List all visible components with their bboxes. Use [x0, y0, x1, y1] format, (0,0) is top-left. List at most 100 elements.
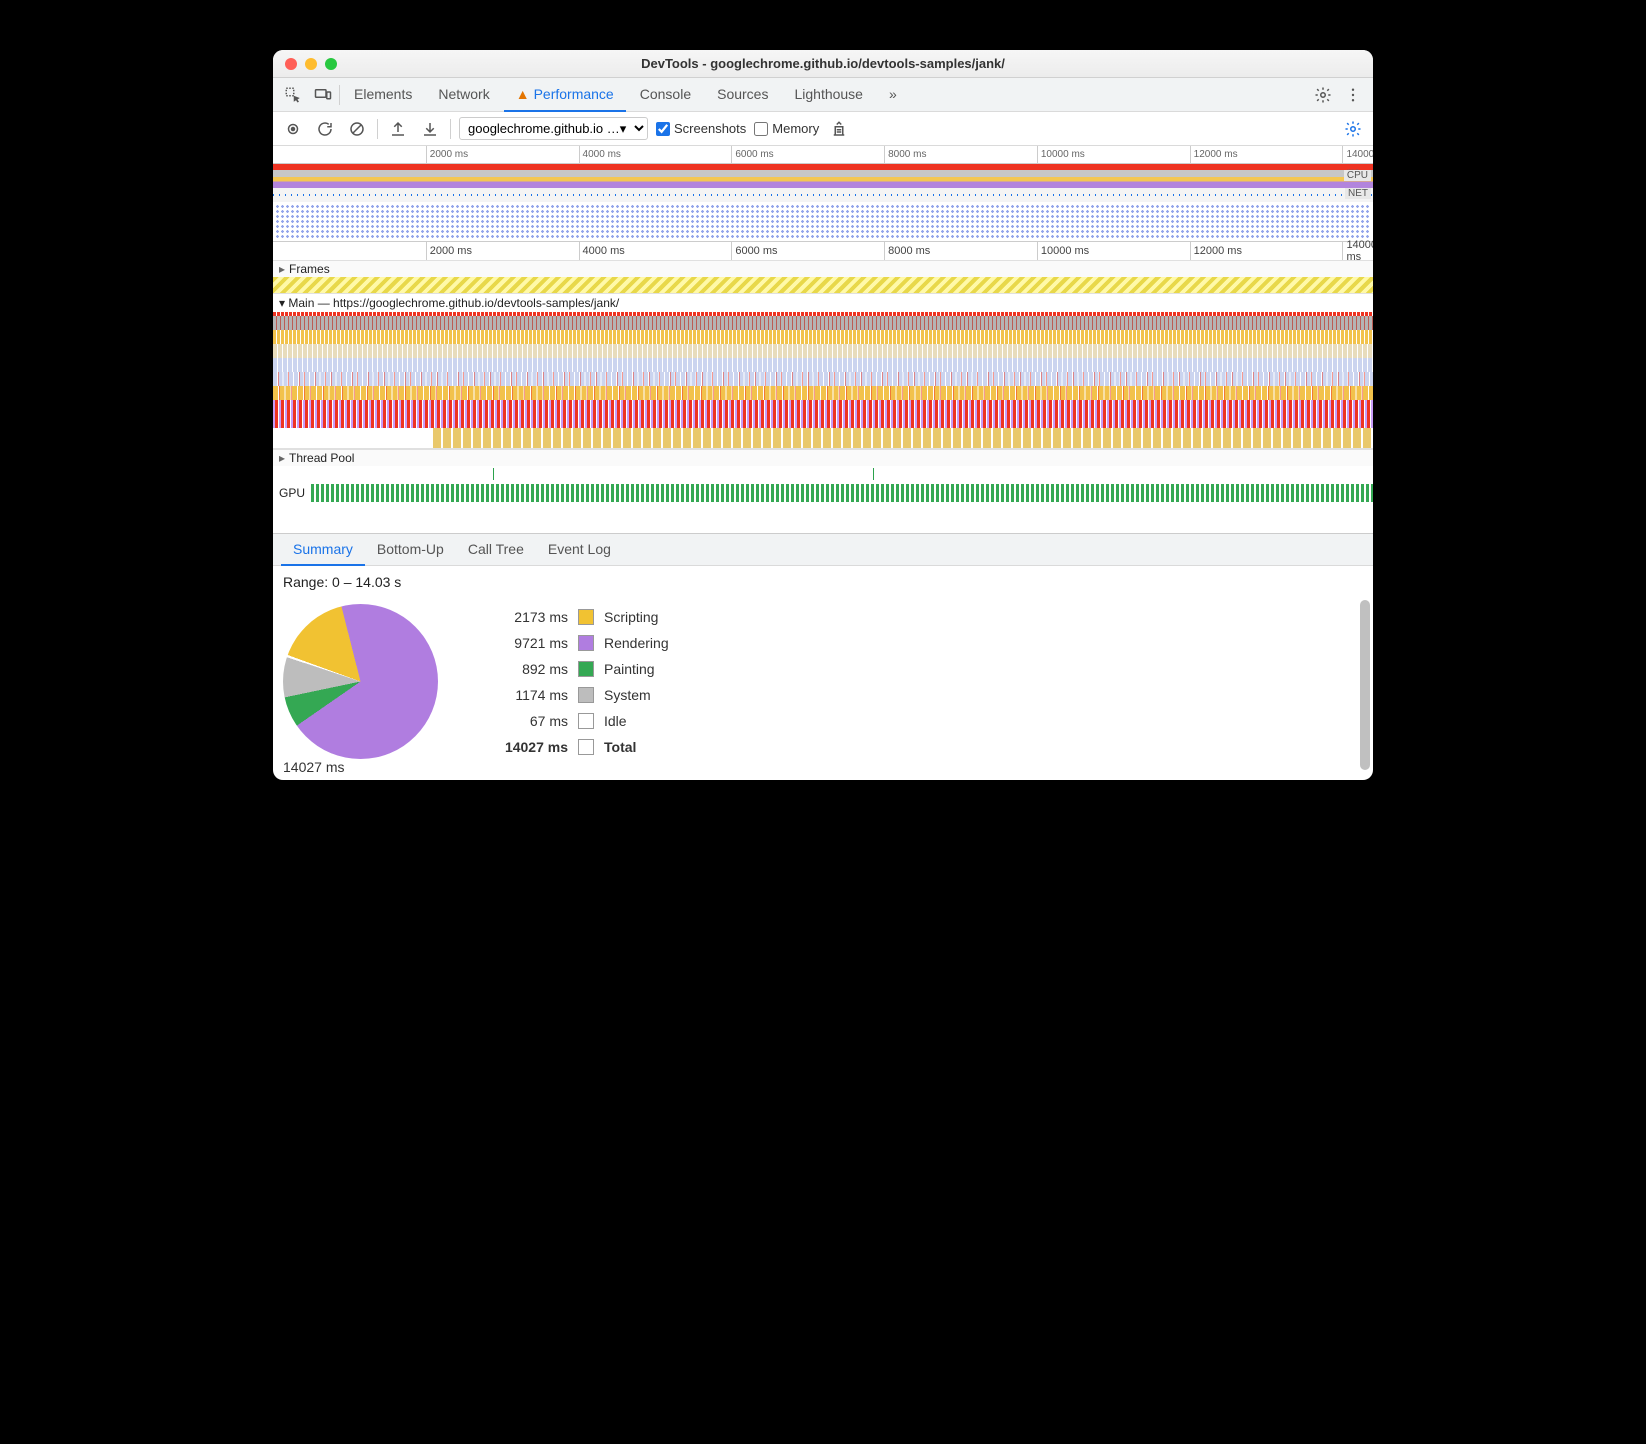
ruler-tick: 4000 ms: [579, 146, 621, 164]
detail-tab-bottom-up[interactable]: Bottom-Up: [365, 534, 456, 566]
inspect-element-icon[interactable]: [279, 81, 307, 109]
legend-name: Scripting: [604, 609, 658, 625]
kebab-menu-icon[interactable]: [1339, 81, 1367, 109]
detail-tab-call-tree[interactable]: Call Tree: [456, 534, 536, 566]
collect-garbage-button[interactable]: [827, 117, 851, 141]
flame-row[interactable]: [273, 414, 1373, 428]
tracks-empty-area: [273, 504, 1373, 534]
legend-ms: 892 ms: [478, 661, 568, 677]
memory-checkbox[interactable]: [754, 122, 768, 136]
upload-profile-button[interactable]: [386, 117, 410, 141]
legend-ms: 67 ms: [478, 713, 568, 729]
legend-ms: 1174 ms: [478, 687, 568, 703]
legend-row: 9721 ms Rendering: [478, 630, 669, 656]
main-track-header[interactable]: ▾ Main — https://googlechrome.github.io/…: [273, 293, 1373, 312]
threadpool-track[interactable]: [273, 466, 1373, 482]
legend-ms: 9721 ms: [478, 635, 568, 651]
download-profile-button[interactable]: [418, 117, 442, 141]
flame-ruler[interactable]: 2000 ms4000 ms6000 ms8000 ms10000 ms1200…: [273, 242, 1373, 260]
ruler-tick: 12000 ms: [1190, 242, 1242, 260]
ruler-tick: 10000 ms: [1037, 146, 1085, 164]
tab-sources[interactable]: Sources: [705, 78, 780, 112]
expand-icon: ▸: [279, 451, 285, 465]
tab-network[interactable]: Network: [426, 78, 501, 112]
flame-row[interactable]: [433, 428, 1373, 448]
reload-record-button[interactable]: [313, 117, 337, 141]
screenshots-toggle[interactable]: Screenshots: [656, 121, 746, 136]
screenshots-checkbox[interactable]: [656, 122, 670, 136]
tab-performance-label: Performance: [534, 86, 614, 102]
collapse-icon: ▾: [279, 296, 285, 310]
flame-row[interactable]: [273, 316, 1373, 330]
window-title: DevTools - googlechrome.github.io/devtoo…: [273, 56, 1373, 71]
tab-lighthouse[interactable]: Lighthouse: [782, 78, 875, 112]
ruler-tick: 8000 ms: [884, 242, 930, 260]
main-flame-chart[interactable]: [273, 312, 1373, 449]
frames-track[interactable]: [273, 277, 1373, 293]
legend-row: 67 ms Idle: [478, 708, 669, 734]
summary-legend: 2173 ms Scripting9721 ms Rendering892 ms…: [478, 604, 669, 760]
legend-name: Total: [604, 739, 636, 755]
flame-row[interactable]: [273, 400, 1373, 414]
flame-row[interactable]: [273, 344, 1373, 358]
overview-ruler[interactable]: 2000 ms4000 ms6000 ms8000 ms10000 ms1200…: [273, 146, 1373, 164]
ruler-tick: 14000 ms: [1342, 242, 1373, 260]
net-overview[interactable]: NET: [273, 188, 1373, 202]
warning-icon: ▲: [516, 86, 530, 102]
legend-ms: 14027 ms: [478, 739, 568, 755]
cpu-label: CPU: [1344, 170, 1371, 181]
ruler-tick: 4000 ms: [579, 242, 625, 260]
legend-swatch: [578, 739, 594, 755]
threadpool-header[interactable]: ▸ Thread Pool: [273, 449, 1373, 466]
legend-row: 1174 ms System: [478, 682, 669, 708]
legend-swatch: [578, 609, 594, 625]
tab-elements[interactable]: Elements: [342, 78, 424, 112]
legend-ms: 2173 ms: [478, 609, 568, 625]
legend-name: Rendering: [604, 635, 669, 651]
legend-row: 892 ms Painting: [478, 656, 669, 682]
panel-tabstrip: Elements Network ▲Performance Console So…: [273, 78, 1373, 112]
summary-donut: 14027 ms: [283, 604, 438, 759]
target-select[interactable]: googlechrome.github.io …▾: [459, 117, 648, 140]
overview-panel[interactable]: 2000 ms 4000 ms 6000 ms 8000 ms 10000 ms 1200…: [273, 146, 1373, 260]
memory-label: Memory: [772, 121, 819, 136]
gpu-bars[interactable]: [311, 484, 1373, 502]
performance-toolbar: googlechrome.github.io …▾ Screenshots Me…: [273, 112, 1373, 146]
detail-tab-summary[interactable]: Summary: [281, 534, 365, 566]
gpu-track[interactable]: GPU: [273, 482, 1373, 504]
flame-row[interactable]: [273, 330, 1373, 344]
flame-row[interactable]: [273, 358, 1373, 372]
ruler-tick: 6000 ms: [731, 242, 777, 260]
record-button[interactable]: [281, 117, 305, 141]
legend-row: 2173 ms Scripting: [478, 604, 669, 630]
tabs-overflow[interactable]: »: [877, 78, 909, 112]
legend-swatch: [578, 713, 594, 729]
legend-total-row: 14027 ms Total: [478, 734, 669, 760]
tab-console[interactable]: Console: [628, 78, 703, 112]
frames-track-header[interactable]: ▸Frames: [273, 260, 1373, 277]
device-toolbar-icon[interactable]: [309, 81, 337, 109]
settings-icon[interactable]: [1309, 81, 1337, 109]
flame-row[interactable]: [273, 372, 1373, 386]
cpu-overview[interactable]: CPU: [273, 170, 1373, 188]
detail-tab-event-log[interactable]: Event Log: [536, 534, 623, 566]
legend-name: Idle: [604, 713, 627, 729]
detail-tabstrip: SummaryBottom-UpCall TreeEvent Log: [273, 534, 1373, 566]
capture-settings-icon[interactable]: [1341, 117, 1365, 141]
screenshot-filmstrip[interactable]: [273, 202, 1373, 242]
devtools-window: DevTools - googlechrome.github.io/devtoo…: [273, 50, 1373, 780]
vertical-scrollbar[interactable]: [1360, 600, 1370, 770]
threadpool-label: Thread Pool: [289, 451, 354, 465]
flame-row[interactable]: [273, 386, 1373, 400]
legend-swatch: [578, 661, 594, 677]
memory-toggle[interactable]: Memory: [754, 121, 819, 136]
net-label: NET: [1345, 188, 1371, 199]
legend-swatch: [578, 635, 594, 651]
ruler-tick: 2000 ms: [426, 242, 472, 260]
legend-swatch: [578, 687, 594, 703]
summary-panel: 14027 ms 2173 ms Scripting9721 ms Render…: [273, 590, 1373, 780]
ruler-tick: 8000 ms: [884, 146, 926, 164]
clear-button[interactable]: [345, 117, 369, 141]
tab-performance[interactable]: ▲Performance: [504, 78, 626, 112]
ruler-tick: 6000 ms: [731, 146, 773, 164]
